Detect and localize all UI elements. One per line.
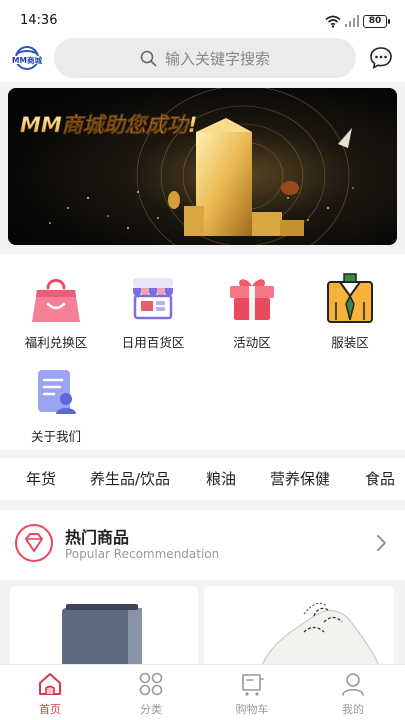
category-activity[interactable]: 活动区 — [212, 270, 292, 351]
chevron-right-icon[interactable] — [375, 534, 387, 552]
battery-level: 80 — [368, 16, 382, 26]
tab-health-drinks[interactable]: 养生品/饮品 — [90, 468, 170, 489]
nav-home[interactable]: 首页 — [20, 671, 80, 717]
cart-icon — [242, 674, 264, 696]
category-label: 关于我们 — [30, 429, 81, 444]
category-clothing[interactable]: 服装区 — [310, 270, 390, 351]
header: MM商城 输入关键字搜索 — [0, 36, 405, 82]
search-input[interactable]: 输入关键字搜索 — [54, 38, 356, 78]
product-image-water-heater — [62, 604, 142, 676]
nav-label: 首页 — [39, 703, 61, 716]
diamond-icon — [15, 524, 53, 562]
user-icon — [342, 673, 364, 696]
product-card-sneakers[interactable] — [204, 586, 394, 676]
nav-category[interactable]: 分类 — [121, 671, 181, 717]
search-placeholder: 输入关键字搜索 — [164, 49, 270, 68]
banner-slogan: MM商城助您成功! — [20, 113, 197, 137]
nav-profile[interactable]: 我的 — [323, 671, 383, 717]
message-icon[interactable] — [369, 46, 393, 70]
banner-art: MM商城助您成功! — [8, 88, 397, 245]
category-daily[interactable]: 日用百货区 — [113, 270, 193, 351]
battery-icon: 80 — [363, 14, 390, 28]
logo-text: MM商城 — [12, 55, 42, 65]
search-icon — [140, 50, 157, 66]
product-image-sneakers — [258, 602, 383, 676]
tab-new-year-goods[interactable]: 年货 — [26, 468, 56, 489]
app-logo[interactable]: MM商城 — [12, 45, 42, 71]
nav-cart[interactable]: 购物车 — [222, 671, 282, 717]
shirt-icon — [327, 273, 373, 323]
gift-icon — [230, 279, 274, 320]
nav-label: 购物车 — [235, 703, 269, 716]
tab-grain-oil[interactable]: 粮油 — [206, 468, 236, 489]
category-label: 日用百货区 — [121, 335, 185, 350]
shopping-bag-icon — [32, 279, 80, 322]
category-label: 服装区 — [331, 335, 369, 350]
signal-icon — [345, 15, 359, 27]
category-label: 福利兑换区 — [24, 335, 88, 350]
category-welfare[interactable]: 福利兑换区 — [16, 270, 96, 351]
status-icons: 80 — [325, 13, 390, 29]
home-icon — [39, 673, 61, 695]
nav-label: 我的 — [342, 703, 364, 716]
category-about[interactable]: 关于我们 — [16, 364, 96, 445]
hot-title: 热门商品 — [65, 528, 130, 547]
profile-document-icon — [38, 370, 76, 414]
tab-food[interactable]: 食品 — [365, 468, 395, 489]
storefront-icon — [133, 278, 173, 320]
status-time: 14:36 — [20, 13, 58, 28]
tab-nutrition[interactable]: 营养保健 — [270, 468, 330, 489]
category-tabs: 年货 养生品/饮品 粮油 营养保健 食品 — [0, 458, 405, 500]
grid-icon — [139, 672, 163, 696]
bottom-nav: 首页 分类 购物车 我的 — [0, 664, 405, 720]
product-card-water-heater[interactable] — [10, 586, 198, 676]
hot-subtitle: Popular Recommendation — [65, 547, 220, 561]
category-label: 活动区 — [233, 335, 271, 350]
hot-products-header[interactable]: 热门商品 Popular Recommendation — [0, 510, 405, 580]
wifi-icon — [325, 15, 341, 28]
nav-label: 分类 — [140, 703, 162, 716]
status-bar: 14:36 80 — [0, 0, 405, 36]
promo-banner[interactable]: MM商城助您成功! — [8, 88, 397, 245]
category-panel: 福利兑换区 日用百货区 活动区 服装区 关于我们 — [0, 254, 405, 450]
